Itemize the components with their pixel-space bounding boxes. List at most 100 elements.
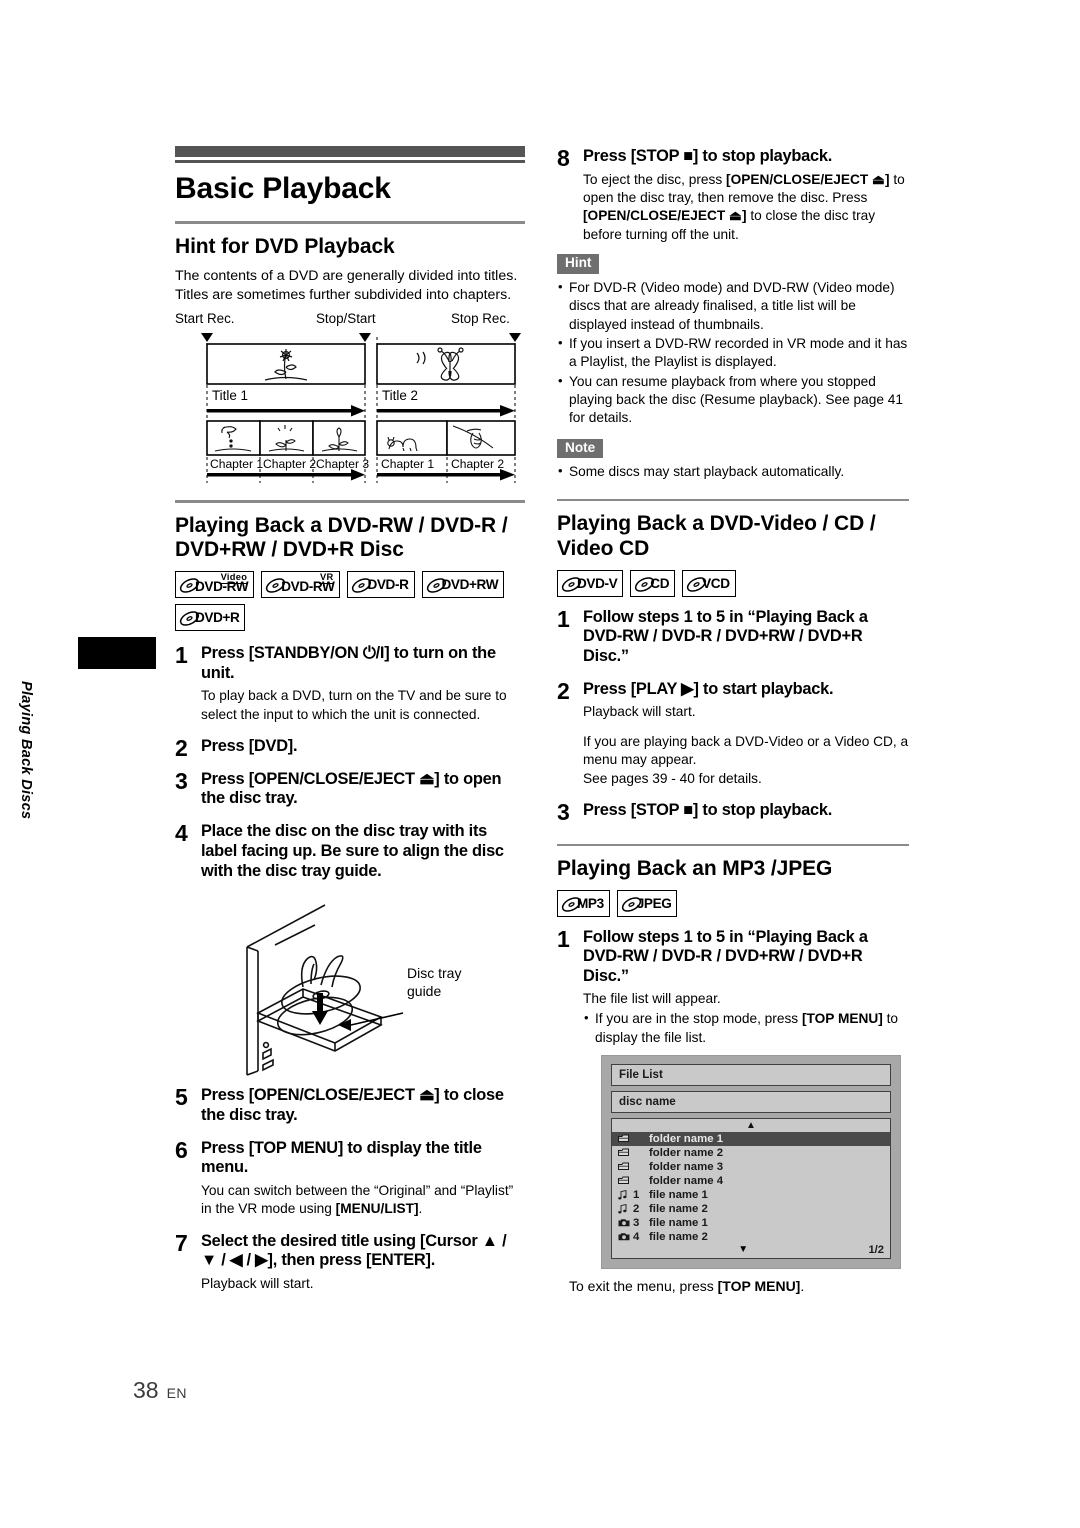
step-title: Follow steps 1 to 5 in “Playing Back a D… — [583, 927, 868, 986]
step-number: 2 — [175, 735, 188, 762]
folder-icon — [618, 1148, 633, 1157]
step-number: 4 — [175, 820, 188, 847]
step-number: 1 — [557, 925, 570, 952]
file-list-row[interactable]: folder name 1 — [612, 1131, 890, 1146]
diagram-chapter-cell: Chapter 1 — [210, 457, 264, 472]
hint-tag: Hint — [557, 254, 600, 274]
title-bar-thick — [175, 146, 525, 157]
file-list-row[interactable]: 2 file name 2 — [612, 1202, 890, 1216]
desc-bold: [MENU/LIST] — [335, 1201, 419, 1217]
step-description: To play back a DVD, turn on the TV and b… — [201, 688, 507, 722]
disc-badge-label: CD — [650, 576, 670, 592]
disc-badge-vcd: VCD — [682, 569, 736, 597]
bullet-pre: If you are in the stop mode, press — [595, 1011, 802, 1027]
diagram-chapter-cell: Chapter 3 — [316, 457, 370, 472]
file-list-row[interactable]: 1 file name 1 — [612, 1188, 890, 1202]
file-list-disc-name: disc name — [611, 1090, 891, 1113]
disc-badge-label: DVD+R — [195, 610, 240, 626]
step-title: Select the desired title using [Cursor ▲… — [201, 1231, 507, 1270]
page-footer: 38 EN — [133, 1377, 187, 1404]
file-list-label: folder name 3 — [649, 1160, 724, 1173]
disc-badge-cd: CD — [630, 569, 676, 597]
disc-badge-jpeg: JPEG — [616, 889, 678, 917]
side-tab-label: Playing Back Discs — [18, 681, 34, 820]
section-heading-dvd-rw: Playing Back a DVD-RW / DVD-R / DVD+RW /… — [175, 513, 508, 562]
diagram-label-stop-start: Stop/Start — [316, 311, 376, 327]
step-number: 3 — [557, 798, 570, 825]
disc-badge-label: DVD-V — [577, 576, 618, 592]
step-2: 2 Press [DVD]. — [175, 736, 525, 761]
file-list-label: file name 2 — [649, 1230, 708, 1243]
section2-step-1: 1 Follow steps 1 to 5 in “Playing Back a… — [557, 605, 909, 667]
file-list-index: 1 — [633, 1188, 640, 1201]
music-note-icon — [618, 1203, 633, 1214]
step-description: Playback will start. — [201, 1276, 314, 1292]
disc-badge-dvd-plus-rw: DVD+RW — [421, 571, 505, 599]
folder-icon — [618, 1134, 633, 1143]
scroll-down-arrow-icon[interactable]: ▼ — [618, 1245, 868, 1255]
step-bullet-list: If you are in the stop mode, press [TOP … — [583, 1009, 909, 1047]
file-list-row[interactable]: folder name 4 — [612, 1174, 890, 1188]
hint-bullet: You can resume playback from where you s… — [557, 372, 909, 428]
side-tab-block — [78, 637, 156, 669]
diagram-label-title-2: Title 2 — [382, 388, 418, 404]
file-list-row[interactable]: 3 file name 1 — [612, 1216, 890, 1230]
step-description: You can switch between the “Original” an… — [201, 1182, 525, 1219]
folder-icon — [618, 1162, 633, 1171]
diagram-chapter-cell: Chapter 2 — [451, 457, 505, 472]
step-number: 1 — [175, 642, 188, 669]
disc-tray-guide-caption: Disc tray guide — [407, 965, 461, 1001]
step-4: 4 Place the disc on the disc tray with i… — [175, 821, 525, 881]
manual-page: Playing Back Discs Basic Playback Hint f… — [0, 0, 1080, 1528]
file-list-row[interactable]: folder name 3 — [612, 1160, 890, 1174]
disc-badge-label: DVD-RW — [281, 579, 335, 595]
disc-badge-label: JPEG — [636, 896, 672, 912]
step-number: 6 — [175, 1136, 188, 1163]
step-title: Press [OPEN/CLOSE/EJECT ⏏] to close the … — [201, 1086, 504, 1124]
disc-badge-dvd-r: DVD-R — [347, 571, 415, 599]
caption-line-2: guide — [407, 983, 442, 1000]
music-note-icon — [618, 1189, 633, 1200]
file-list-row[interactable]: 4 file name 2 — [612, 1230, 890, 1244]
desc-post: . — [418, 1201, 423, 1217]
section-heading-mp3-jpeg: Playing Back an MP3 /JPEG — [557, 857, 833, 881]
file-list-index: 3 — [633, 1216, 640, 1229]
disc-badge-dvd-rw-video: DVD-RW Video — [175, 571, 255, 599]
camera-icon — [618, 1232, 633, 1241]
step-description: To eject the disc, press [OPEN/CLOSE/EJE… — [583, 171, 909, 244]
step-title: Press [PLAY ▶] to start playback. — [583, 679, 834, 698]
file-list-row[interactable]: folder name 2 — [612, 1146, 890, 1160]
section2-step-3: 3 Press [STOP ■] to stop playback. — [557, 800, 909, 825]
section-rule — [557, 498, 909, 502]
file-list-body: ▲ folder name 1 folder name 2 folder nam… — [611, 1117, 891, 1259]
bullet-bold: [TOP MENU] — [801, 1011, 883, 1027]
section-rule — [175, 221, 525, 224]
step-title: Press [OPEN/CLOSE/EJECT ⏏] to open the d… — [201, 769, 502, 808]
disc-badge-mp3: MP3 — [557, 889, 610, 917]
step-description-extra-2: See pages 39 - 40 for details. — [583, 770, 762, 786]
step-description: Playback will start. — [583, 704, 696, 720]
diagram-label-start-rec: Start Rec. — [175, 311, 235, 327]
step-6: 6 Press [TOP MENU] to display the title … — [175, 1136, 525, 1219]
disc-badge-dvd-rw-vr: DVD-RW VR — [261, 571, 341, 599]
section-side-tab: Playing Back Discs — [18, 637, 156, 819]
page-title: Basic Playback — [175, 172, 391, 205]
step-number: 1 — [557, 605, 570, 632]
camera-icon — [618, 1218, 633, 1227]
diagram-label-stop-rec: Stop Rec. — [451, 311, 510, 327]
section-rule — [175, 500, 525, 503]
disc-badge-dvd-v: DVD-V — [557, 569, 624, 597]
diagram-chapter-cell: Chapter 2 — [263, 457, 317, 472]
scroll-up-arrow-icon[interactable]: ▲ — [612, 1120, 890, 1132]
step-number: 8 — [557, 145, 570, 171]
right-column: 8 Press [STOP ■] to stop playback. To ej… — [557, 146, 909, 1294]
file-list-label: folder name 4 — [649, 1174, 724, 1187]
caption-post: . — [800, 1277, 805, 1294]
note-bullet: Some discs may start playback automatica… — [557, 462, 909, 481]
step-7: 7 Select the desired title using [Cursor… — [175, 1230, 525, 1294]
file-list-footer: ▼ 1/2 — [612, 1244, 890, 1257]
disc-badge-label: DVD-RW — [195, 579, 249, 595]
file-list-label: file name 1 — [649, 1188, 708, 1201]
folder-icon — [618, 1176, 633, 1185]
caption-line-1: Disc tray — [407, 965, 462, 982]
